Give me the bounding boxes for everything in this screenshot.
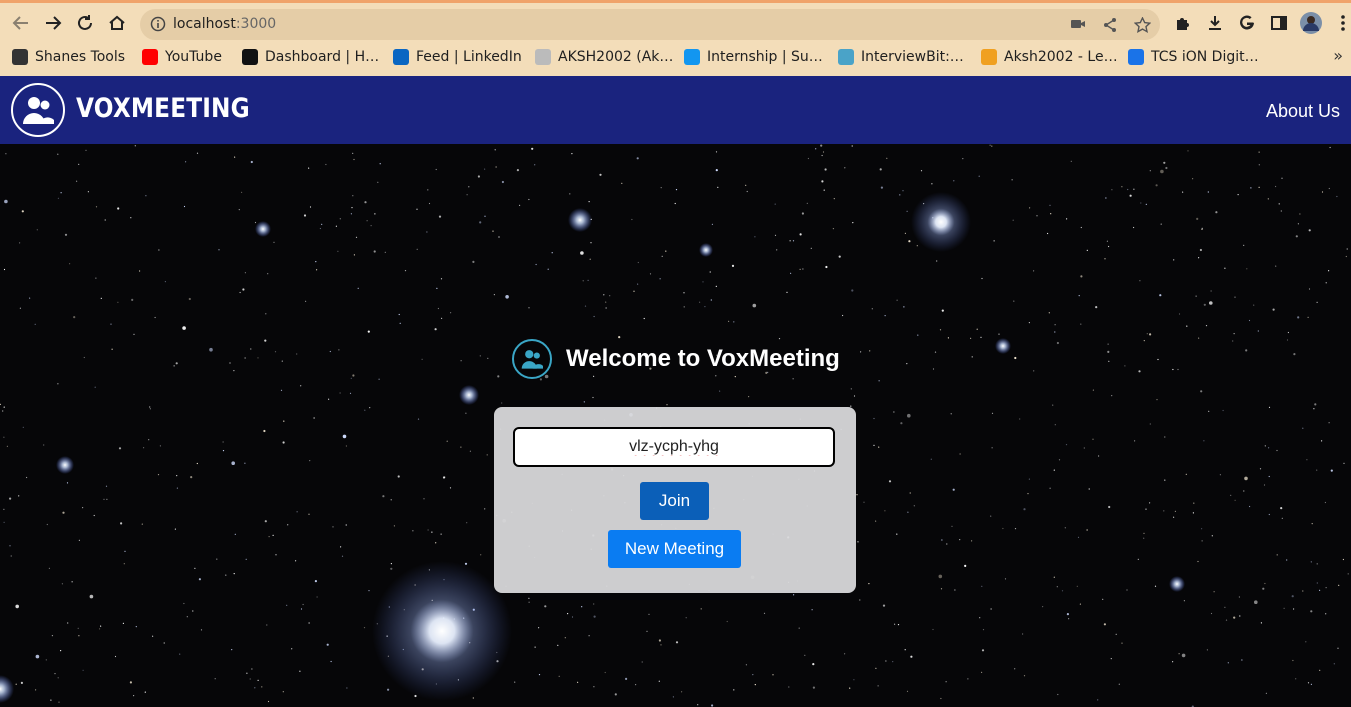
bookmark-item[interactable]: AKSH2002 (Ak… xyxy=(535,47,673,67)
brand-name[interactable]: VOXMEETING xyxy=(76,93,250,124)
reload-button[interactable] xyxy=(73,11,97,35)
github-icon xyxy=(535,49,551,65)
internshala-icon xyxy=(684,49,700,65)
bookmark-item[interactable]: TCS iON Digit… xyxy=(1128,47,1259,67)
tcs-ion-icon xyxy=(1128,49,1144,65)
forward-button[interactable] xyxy=(41,11,65,35)
linkedin-icon xyxy=(393,49,409,65)
app-navbar: VOXMEETING About Us xyxy=(0,76,1351,144)
bookmark-item[interactable]: Shanes Tools xyxy=(12,47,125,67)
site-info-icon[interactable] xyxy=(150,16,166,37)
users-icon xyxy=(23,97,54,124)
side-panel-icon xyxy=(1271,16,1287,30)
profile-button[interactable] xyxy=(1299,11,1323,35)
about-us-link[interactable]: About Us xyxy=(1266,101,1340,122)
address-bar[interactable]: localhost:3000 xyxy=(140,9,1160,40)
browser-menu-button[interactable] xyxy=(1331,11,1351,35)
browser-chrome: localhost:3000 » Shanes Tools YouTube Da… xyxy=(0,0,1351,76)
bookmark-label: Dashboard | H… xyxy=(265,49,380,65)
bookmarks-bar: » Shanes Tools YouTube Dashboard | H… Feed … xyxy=(0,44,1351,70)
share-icon[interactable] xyxy=(1102,17,1120,33)
bookmark-item[interactable]: Internship | Su… xyxy=(684,47,823,67)
puzzle-icon xyxy=(1177,18,1189,30)
arrow-left-icon xyxy=(12,16,28,30)
bookmark-label: Internship | Su… xyxy=(707,49,823,65)
extensions-button[interactable] xyxy=(1171,11,1195,35)
bookmark-item[interactable]: Dashboard | H… xyxy=(242,47,379,67)
brand-logo[interactable] xyxy=(11,83,65,137)
bookmark-item[interactable]: InterviewBit:… xyxy=(838,47,964,67)
url-text: localhost:3000 xyxy=(173,16,277,32)
bookmark-label: TCS iON Digit… xyxy=(1151,49,1259,65)
leetcode-icon xyxy=(981,49,997,65)
bookmark-label: AKSH2002 (Ak… xyxy=(558,49,674,65)
bookmark-label: Shanes Tools xyxy=(35,49,126,65)
downloads-button[interactable] xyxy=(1203,11,1227,35)
interviewbit-icon xyxy=(838,49,854,65)
bookmark-item[interactable]: Aksh2002 - Le… xyxy=(981,47,1118,67)
meeting-code-input[interactable] xyxy=(513,427,835,467)
home-button[interactable] xyxy=(105,11,129,35)
back-button[interactable] xyxy=(9,11,33,35)
meeting-card: Join New Meeting xyxy=(494,407,856,593)
users-icon xyxy=(512,339,552,379)
bookmark-label: InterviewBit:… xyxy=(861,49,964,65)
globe-icon xyxy=(12,49,28,65)
camera-icon[interactable] xyxy=(1070,17,1088,33)
avatar xyxy=(1300,12,1322,34)
bookmark-label: Aksh2002 - Le… xyxy=(1004,49,1118,65)
welcome-heading: Welcome to VoxMeeting xyxy=(512,337,840,381)
bookmark-label: Feed | LinkedIn xyxy=(416,49,522,65)
join-button[interactable]: Join xyxy=(640,482,709,520)
bookmark-item[interactable]: YouTube xyxy=(142,47,222,67)
more-vertical-icon xyxy=(1341,15,1345,31)
download-icon xyxy=(1209,16,1221,30)
side-panel-button[interactable] xyxy=(1267,11,1291,35)
bookmark-item[interactable]: Feed | LinkedIn xyxy=(393,47,522,67)
new-meeting-button[interactable]: New Meeting xyxy=(608,530,741,568)
home-icon xyxy=(109,15,125,30)
welcome-title: Welcome to VoxMeeting xyxy=(566,345,840,372)
bookmarks-overflow-icon[interactable]: » xyxy=(1333,46,1343,65)
youtube-icon xyxy=(142,49,158,65)
browser-toolbar: localhost:3000 xyxy=(0,3,1351,41)
google-button[interactable] xyxy=(1235,11,1259,35)
google-g-icon xyxy=(1240,15,1254,30)
bookmark-star-icon[interactable] xyxy=(1133,16,1152,33)
arrow-right-icon xyxy=(46,16,62,30)
hackerrank-icon xyxy=(242,49,258,65)
bookmark-label: YouTube xyxy=(165,49,222,65)
reload-icon xyxy=(78,15,92,30)
